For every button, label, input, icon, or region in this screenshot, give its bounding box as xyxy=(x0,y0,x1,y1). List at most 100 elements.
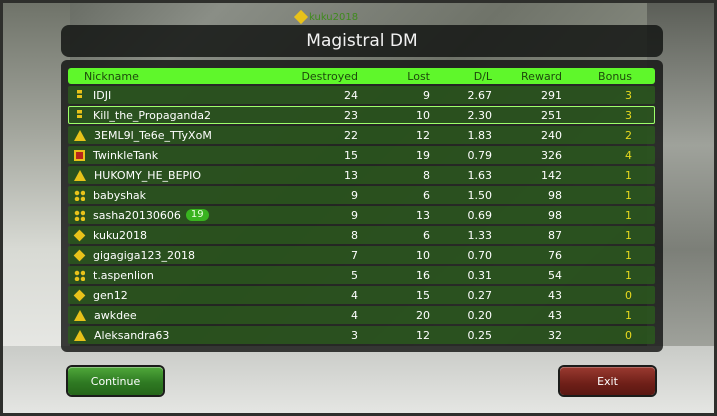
rank-tri-icon xyxy=(74,129,86,141)
table-row[interactable]: kuku2018 8 6 1.33 87 1 xyxy=(68,226,655,244)
bonus-value: 1 xyxy=(625,308,632,322)
lost-value: 16 xyxy=(416,268,430,282)
table-row[interactable]: TwinkleTank 15 19 0.79 326 4 xyxy=(68,146,655,164)
lost-value: 20 xyxy=(416,308,430,322)
destroyed-value: 23 xyxy=(344,108,358,122)
rank-bars-icon xyxy=(77,89,82,101)
table-row[interactable]: babyshak 9 6 1.50 98 1 xyxy=(68,186,655,204)
row-nickname-cell: gen12 xyxy=(68,289,268,302)
header-dl: D/L xyxy=(473,69,492,83)
bonus-value: 1 xyxy=(625,168,632,182)
header-destroyed: Destroyed xyxy=(301,69,358,83)
reward-value: 87 xyxy=(548,228,562,242)
destroyed-value: 9 xyxy=(351,208,358,222)
lost-value: 13 xyxy=(416,208,430,222)
row-nickname-cell: IDJI xyxy=(68,89,268,102)
lost-value: 8 xyxy=(423,168,430,182)
player-name: kuku2018 xyxy=(309,11,359,23)
header-bonus: Bonus xyxy=(598,69,632,83)
destroyed-value: 5 xyxy=(351,268,358,282)
reward-value: 76 xyxy=(548,248,562,262)
reward-value: 98 xyxy=(548,208,562,222)
table-row[interactable]: awkdee 4 20 0.20 43 1 xyxy=(68,306,655,324)
reward-value: 251 xyxy=(541,108,562,122)
reward-value: 98 xyxy=(548,188,562,202)
battle-title: Magistral DM xyxy=(306,31,418,51)
rank-diamond-icon xyxy=(73,249,86,261)
reward-value: 43 xyxy=(548,308,562,322)
gear-score-badge: 19 xyxy=(185,209,209,221)
dl-value: 2.67 xyxy=(467,88,493,102)
results-table: Nickname Destroyed Lost D/L Reward Bonus… xyxy=(68,68,655,344)
row-nickname-cell: awkdee xyxy=(68,309,268,322)
rank-icon xyxy=(293,9,309,25)
player-nickname: sasha20130606 xyxy=(93,208,181,222)
player-nameplate: kuku2018 xyxy=(293,9,359,25)
destroyed-value: 8 xyxy=(351,228,358,242)
player-nickname: IDJI xyxy=(93,88,112,102)
dl-value: 0.31 xyxy=(467,268,493,282)
header-lost: Lost xyxy=(407,69,430,83)
reward-value: 240 xyxy=(541,128,562,142)
player-nickname: gigagiga123_2018 xyxy=(93,248,196,262)
rank-grid-icon xyxy=(74,209,85,221)
dl-value: 1.33 xyxy=(467,228,493,242)
bonus-value: 3 xyxy=(625,88,632,102)
bonus-value: 4 xyxy=(625,148,632,162)
rank-diamond-icon xyxy=(73,289,86,301)
battle-title-bar: Magistral DM xyxy=(61,25,663,57)
lost-value: 9 xyxy=(423,88,430,102)
continue-button[interactable]: Continue xyxy=(68,367,163,395)
destroyed-value: 22 xyxy=(344,128,358,142)
rank-diamond-icon xyxy=(73,229,86,241)
bonus-value: 1 xyxy=(625,248,632,262)
reward-value: 142 xyxy=(541,168,562,182)
dl-value: 1.63 xyxy=(467,168,493,182)
dl-value: 0.20 xyxy=(467,308,493,322)
bonus-value: 1 xyxy=(625,268,632,282)
row-nickname-cell: Kill_the_Propaganda2 xyxy=(68,109,268,122)
dl-value: 0.27 xyxy=(467,288,493,302)
destroyed-value: 4 xyxy=(351,288,358,302)
bonus-value: 1 xyxy=(625,228,632,242)
rank-tri-icon xyxy=(74,309,86,321)
table-row[interactable]: gen12 4 15 0.27 43 0 xyxy=(68,286,655,304)
row-nickname-cell: Aleksandra63 xyxy=(68,329,268,342)
exit-button[interactable]: Exit xyxy=(560,367,655,395)
destroyed-value: 24 xyxy=(344,88,358,102)
player-nickname: HUKOMY_HE_BEPIO xyxy=(94,168,202,182)
lost-value: 6 xyxy=(423,228,430,242)
bonus-value: 3 xyxy=(625,108,632,122)
player-nickname: 3EML9l_Te6e_TTyXoM xyxy=(94,128,212,142)
rank-grid-icon xyxy=(74,269,85,281)
lost-value: 19 xyxy=(416,148,430,162)
dl-value: 1.50 xyxy=(467,188,493,202)
table-row[interactable]: gigagiga123_2018 7 10 0.70 76 1 xyxy=(68,246,655,264)
rank-grid-icon xyxy=(74,189,85,201)
header-nickname: Nickname xyxy=(84,69,139,83)
row-nickname-cell: kuku2018 xyxy=(68,229,268,242)
table-row[interactable]: HUKOMY_HE_BEPIO 13 8 1.63 142 1 xyxy=(68,166,655,184)
dl-value: 0.69 xyxy=(467,208,493,222)
player-nickname: awkdee xyxy=(94,308,137,322)
destroyed-value: 7 xyxy=(351,248,358,262)
row-nickname-cell: TwinkleTank xyxy=(68,149,268,162)
player-nickname: Kill_the_Propaganda2 xyxy=(93,108,212,122)
player-nickname: Aleksandra63 xyxy=(94,328,170,342)
player-nickname: gen12 xyxy=(93,288,128,302)
bonus-value: 0 xyxy=(625,328,632,342)
table-header: Nickname Destroyed Lost D/L Reward Bonus xyxy=(68,68,655,84)
row-nickname-cell: babyshak xyxy=(68,189,268,202)
dl-value: 0.25 xyxy=(467,328,493,342)
table-row[interactable]: Aleksandra63 3 12 0.25 32 0 xyxy=(68,326,655,344)
table-row[interactable]: 3EML9l_Te6e_TTyXoM 22 12 1.83 240 2 xyxy=(68,126,655,144)
table-row[interactable]: sasha20130606 19 9 13 0.69 98 1 xyxy=(68,206,655,224)
reward-value: 54 xyxy=(548,268,562,282)
table-row[interactable]: IDJI 24 9 2.67 291 3 xyxy=(68,86,655,104)
table-row[interactable]: Kill_the_Propaganda2 23 10 2.30 251 3 xyxy=(68,106,655,124)
lost-value: 15 xyxy=(416,288,430,302)
table-row[interactable]: t.aspenlion 5 16 0.31 54 1 xyxy=(68,266,655,284)
destroyed-value: 4 xyxy=(351,308,358,322)
row-nickname-cell: gigagiga123_2018 xyxy=(68,249,268,262)
lost-value: 6 xyxy=(423,188,430,202)
